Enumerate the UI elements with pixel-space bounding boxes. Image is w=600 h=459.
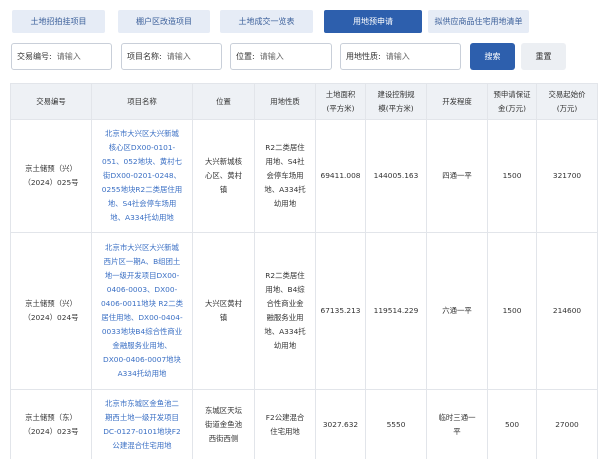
cell-deposit: 1500: [487, 232, 537, 390]
cell-project-name-link[interactable]: 北京市东城区金鱼池二 期西土地一级开发项目 DC-0127-0101地块F2 公…: [91, 389, 193, 459]
table-row: 京土储预（兴） （2024）025号 北京市大兴区大兴新城 核心区DX00-010…: [10, 119, 598, 233]
trade-no-label: 交易编号:: [17, 52, 52, 61]
location-label: 位置:: [236, 52, 255, 61]
header-building-scale: 建设控制规 模(平方米): [365, 83, 427, 120]
location-input[interactable]: [254, 52, 331, 61]
search-button[interactable]: 搜索: [470, 43, 515, 70]
tab-land-pre-application[interactable]: 用地预申请: [324, 10, 422, 33]
cell-dev-level: 四通一平: [426, 119, 488, 233]
header-location: 位置: [192, 83, 255, 120]
cell-land-area: 67135.213: [315, 232, 366, 390]
cell-land-use: F2公建混合 住宅用地: [254, 389, 316, 459]
cell-land-use: R2二类居住 用地、B4综 合性商业金 融服务业用 地、A334托 幼用地: [254, 232, 316, 390]
trade-no-field: 交易编号:: [11, 43, 112, 70]
header-start-price: 交易起始价 (万元): [536, 83, 598, 120]
cell-location: 大兴区黄村 镇: [192, 232, 255, 390]
cell-building-scale: 119514.229: [365, 232, 427, 390]
table-row: 京土储预（兴） （2024）024号 北京市大兴区大兴新城 西片区一期A、B组团土…: [10, 232, 598, 390]
cell-project-name-link[interactable]: 北京市大兴区大兴新城 西片区一期A、B组团土 地一级开发项目DX00- 0406…: [91, 232, 193, 390]
trade-no-input[interactable]: [51, 52, 111, 61]
table-row: 京土储预（东） （2024）023号 北京市东城区金鱼池二 期西土地一级开发项目 …: [10, 389, 598, 459]
project-name-input[interactable]: [161, 52, 221, 61]
location-field: 位置:: [230, 43, 332, 70]
header-trade-no: 交易编号: [10, 83, 92, 120]
filter-bar: 交易编号: 项目名称: 位置: 用地性质: 搜索 重置: [0, 40, 600, 72]
cell-land-area: 3027.632: [315, 389, 366, 459]
cell-land-area: 69411.008: [315, 119, 366, 233]
cell-dev-level: 临时三通一 平: [426, 389, 488, 459]
reset-button[interactable]: 重置: [521, 43, 566, 70]
land-use-field: 用地性质:: [340, 43, 461, 70]
header-land-use: 用地性质: [254, 83, 316, 120]
tab-shantytown-renovation[interactable]: 棚户区改造项目: [118, 10, 210, 33]
cell-trade-no: 京土储预（兴） （2024）025号: [10, 119, 92, 233]
cell-location: 大兴新城核 心区、黄村 镇: [192, 119, 255, 233]
cell-trade-no: 京土储预（兴） （2024）024号: [10, 232, 92, 390]
header-project-name: 项目名称: [91, 83, 193, 120]
cell-start-price: 27000: [536, 389, 598, 459]
tab-land-auction-projects[interactable]: 土地招拍挂项目: [12, 10, 105, 33]
cell-project-name-link[interactable]: 北京市大兴区大兴新城 核心区DX00-0101- 051、052地块、黄村七 街…: [91, 119, 193, 233]
table-header-row: 交易编号 项目名称 位置 用地性质 土地面积 (平方米) 建设控制规 模(平方米) …: [10, 83, 598, 120]
land-pre-application-table: 交易编号 项目名称 位置 用地性质 土地面积 (平方米) 建设控制规 模(平方米) …: [10, 83, 598, 459]
cell-land-use: R2二类居住 用地、S4社 会停车场用 地、A334托 幼用地: [254, 119, 316, 233]
land-use-input[interactable]: [380, 52, 460, 61]
top-tab-bar: 土地招拍挂项目 棚户区改造项目 土地成交一览表 用地预申请 拟供应商品住宅用地清…: [0, 0, 600, 36]
tab-land-transactions-list[interactable]: 土地成交一览表: [220, 10, 313, 33]
cell-start-price: 321700: [536, 119, 598, 233]
tab-residential-land-supply-list[interactable]: 拟供应商品住宅用地清单: [428, 10, 529, 33]
cell-deposit: 1500: [487, 119, 537, 233]
cell-dev-level: 六通一平: [426, 232, 488, 390]
cell-deposit: 500: [487, 389, 537, 459]
header-deposit: 预申请保证 金(万元): [487, 83, 537, 120]
header-land-area: 土地面积 (平方米): [315, 83, 366, 120]
land-use-label: 用地性质:: [346, 52, 381, 61]
cell-trade-no: 京土储预（东） （2024）023号: [10, 389, 92, 459]
project-name-field: 项目名称:: [121, 43, 222, 70]
cell-building-scale: 144005.163: [365, 119, 427, 233]
project-name-label: 项目名称:: [127, 52, 162, 61]
cell-location: 东城区天坛 街道金鱼池 西街西侧: [192, 389, 255, 459]
cell-building-scale: 5550: [365, 389, 427, 459]
cell-start-price: 214600: [536, 232, 598, 390]
header-dev-level: 开发程度: [426, 83, 488, 120]
